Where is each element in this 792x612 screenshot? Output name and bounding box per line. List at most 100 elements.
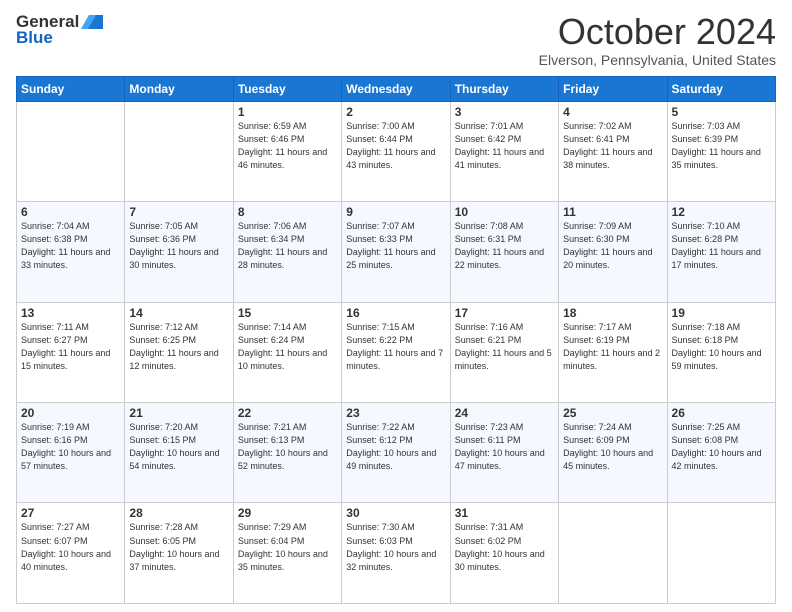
calendar-week-row: 27Sunrise: 7:27 AM Sunset: 6:07 PM Dayli… [17, 503, 776, 604]
day-number: 21 [129, 406, 228, 420]
table-row: 13Sunrise: 7:11 AM Sunset: 6:27 PM Dayli… [17, 302, 125, 402]
day-info: Sunrise: 7:05 AM Sunset: 6:36 PM Dayligh… [129, 220, 228, 272]
day-number: 29 [238, 506, 337, 520]
calendar-week-row: 13Sunrise: 7:11 AM Sunset: 6:27 PM Dayli… [17, 302, 776, 402]
day-info: Sunrise: 7:21 AM Sunset: 6:13 PM Dayligh… [238, 421, 337, 473]
table-row [125, 101, 233, 201]
day-number: 4 [563, 105, 662, 119]
day-info: Sunrise: 7:25 AM Sunset: 6:08 PM Dayligh… [672, 421, 771, 473]
day-info: Sunrise: 7:11 AM Sunset: 6:27 PM Dayligh… [21, 321, 120, 373]
table-row: 14Sunrise: 7:12 AM Sunset: 6:25 PM Dayli… [125, 302, 233, 402]
calendar-header-row: Sunday Monday Tuesday Wednesday Thursday… [17, 76, 776, 101]
day-info: Sunrise: 7:20 AM Sunset: 6:15 PM Dayligh… [129, 421, 228, 473]
table-row: 2Sunrise: 7:00 AM Sunset: 6:44 PM Daylig… [342, 101, 450, 201]
table-row: 1Sunrise: 6:59 AM Sunset: 6:46 PM Daylig… [233, 101, 341, 201]
table-row: 29Sunrise: 7:29 AM Sunset: 6:04 PM Dayli… [233, 503, 341, 604]
table-row: 20Sunrise: 7:19 AM Sunset: 6:16 PM Dayli… [17, 403, 125, 503]
day-info: Sunrise: 7:24 AM Sunset: 6:09 PM Dayligh… [563, 421, 662, 473]
day-number: 22 [238, 406, 337, 420]
table-row: 10Sunrise: 7:08 AM Sunset: 6:31 PM Dayli… [450, 202, 558, 302]
day-info: Sunrise: 7:18 AM Sunset: 6:18 PM Dayligh… [672, 321, 771, 373]
day-number: 19 [672, 306, 771, 320]
table-row [667, 503, 775, 604]
table-row: 16Sunrise: 7:15 AM Sunset: 6:22 PM Dayli… [342, 302, 450, 402]
col-sunday: Sunday [17, 76, 125, 101]
table-row: 4Sunrise: 7:02 AM Sunset: 6:41 PM Daylig… [559, 101, 667, 201]
day-info: Sunrise: 7:09 AM Sunset: 6:30 PM Dayligh… [563, 220, 662, 272]
page: General Blue October 2024 Elverson, Penn… [0, 0, 792, 612]
table-row [17, 101, 125, 201]
day-info: Sunrise: 6:59 AM Sunset: 6:46 PM Dayligh… [238, 120, 337, 172]
day-info: Sunrise: 7:04 AM Sunset: 6:38 PM Dayligh… [21, 220, 120, 272]
table-row: 12Sunrise: 7:10 AM Sunset: 6:28 PM Dayli… [667, 202, 775, 302]
day-info: Sunrise: 7:06 AM Sunset: 6:34 PM Dayligh… [238, 220, 337, 272]
day-info: Sunrise: 7:12 AM Sunset: 6:25 PM Dayligh… [129, 321, 228, 373]
table-row: 15Sunrise: 7:14 AM Sunset: 6:24 PM Dayli… [233, 302, 341, 402]
day-number: 3 [455, 105, 554, 119]
day-info: Sunrise: 7:14 AM Sunset: 6:24 PM Dayligh… [238, 321, 337, 373]
table-row: 6Sunrise: 7:04 AM Sunset: 6:38 PM Daylig… [17, 202, 125, 302]
table-row: 9Sunrise: 7:07 AM Sunset: 6:33 PM Daylig… [342, 202, 450, 302]
day-number: 20 [21, 406, 120, 420]
table-row: 7Sunrise: 7:05 AM Sunset: 6:36 PM Daylig… [125, 202, 233, 302]
table-row: 25Sunrise: 7:24 AM Sunset: 6:09 PM Dayli… [559, 403, 667, 503]
day-info: Sunrise: 7:28 AM Sunset: 6:05 PM Dayligh… [129, 521, 228, 573]
table-row [559, 503, 667, 604]
location: Elverson, Pennsylvania, United States [539, 52, 776, 68]
table-row: 8Sunrise: 7:06 AM Sunset: 6:34 PM Daylig… [233, 202, 341, 302]
day-number: 15 [238, 306, 337, 320]
col-tuesday: Tuesday [233, 76, 341, 101]
table-row: 19Sunrise: 7:18 AM Sunset: 6:18 PM Dayli… [667, 302, 775, 402]
day-info: Sunrise: 7:02 AM Sunset: 6:41 PM Dayligh… [563, 120, 662, 172]
day-number: 1 [238, 105, 337, 119]
day-number: 9 [346, 205, 445, 219]
logo-blue: Blue [16, 28, 53, 48]
day-number: 28 [129, 506, 228, 520]
table-row: 27Sunrise: 7:27 AM Sunset: 6:07 PM Dayli… [17, 503, 125, 604]
day-info: Sunrise: 7:07 AM Sunset: 6:33 PM Dayligh… [346, 220, 445, 272]
day-info: Sunrise: 7:31 AM Sunset: 6:02 PM Dayligh… [455, 521, 554, 573]
day-info: Sunrise: 7:01 AM Sunset: 6:42 PM Dayligh… [455, 120, 554, 172]
col-saturday: Saturday [667, 76, 775, 101]
day-number: 8 [238, 205, 337, 219]
calendar-week-row: 20Sunrise: 7:19 AM Sunset: 6:16 PM Dayli… [17, 403, 776, 503]
day-info: Sunrise: 7:03 AM Sunset: 6:39 PM Dayligh… [672, 120, 771, 172]
day-info: Sunrise: 7:17 AM Sunset: 6:19 PM Dayligh… [563, 321, 662, 373]
day-number: 17 [455, 306, 554, 320]
day-info: Sunrise: 7:27 AM Sunset: 6:07 PM Dayligh… [21, 521, 120, 573]
calendar-week-row: 1Sunrise: 6:59 AM Sunset: 6:46 PM Daylig… [17, 101, 776, 201]
day-number: 10 [455, 205, 554, 219]
table-row: 24Sunrise: 7:23 AM Sunset: 6:11 PM Dayli… [450, 403, 558, 503]
table-row: 5Sunrise: 7:03 AM Sunset: 6:39 PM Daylig… [667, 101, 775, 201]
table-row: 17Sunrise: 7:16 AM Sunset: 6:21 PM Dayli… [450, 302, 558, 402]
day-number: 25 [563, 406, 662, 420]
day-number: 27 [21, 506, 120, 520]
logo: General Blue [16, 12, 103, 48]
day-info: Sunrise: 7:10 AM Sunset: 6:28 PM Dayligh… [672, 220, 771, 272]
day-number: 2 [346, 105, 445, 119]
day-number: 26 [672, 406, 771, 420]
day-number: 16 [346, 306, 445, 320]
table-row: 22Sunrise: 7:21 AM Sunset: 6:13 PM Dayli… [233, 403, 341, 503]
table-row: 23Sunrise: 7:22 AM Sunset: 6:12 PM Dayli… [342, 403, 450, 503]
col-monday: Monday [125, 76, 233, 101]
calendar: Sunday Monday Tuesday Wednesday Thursday… [16, 76, 776, 604]
day-number: 18 [563, 306, 662, 320]
day-number: 13 [21, 306, 120, 320]
table-row: 11Sunrise: 7:09 AM Sunset: 6:30 PM Dayli… [559, 202, 667, 302]
day-info: Sunrise: 7:00 AM Sunset: 6:44 PM Dayligh… [346, 120, 445, 172]
day-info: Sunrise: 7:19 AM Sunset: 6:16 PM Dayligh… [21, 421, 120, 473]
col-friday: Friday [559, 76, 667, 101]
table-row: 3Sunrise: 7:01 AM Sunset: 6:42 PM Daylig… [450, 101, 558, 201]
col-wednesday: Wednesday [342, 76, 450, 101]
day-number: 30 [346, 506, 445, 520]
day-info: Sunrise: 7:08 AM Sunset: 6:31 PM Dayligh… [455, 220, 554, 272]
day-info: Sunrise: 7:29 AM Sunset: 6:04 PM Dayligh… [238, 521, 337, 573]
day-info: Sunrise: 7:15 AM Sunset: 6:22 PM Dayligh… [346, 321, 445, 373]
table-row: 21Sunrise: 7:20 AM Sunset: 6:15 PM Dayli… [125, 403, 233, 503]
table-row: 31Sunrise: 7:31 AM Sunset: 6:02 PM Dayli… [450, 503, 558, 604]
table-row: 26Sunrise: 7:25 AM Sunset: 6:08 PM Dayli… [667, 403, 775, 503]
day-number: 24 [455, 406, 554, 420]
col-thursday: Thursday [450, 76, 558, 101]
day-info: Sunrise: 7:16 AM Sunset: 6:21 PM Dayligh… [455, 321, 554, 373]
